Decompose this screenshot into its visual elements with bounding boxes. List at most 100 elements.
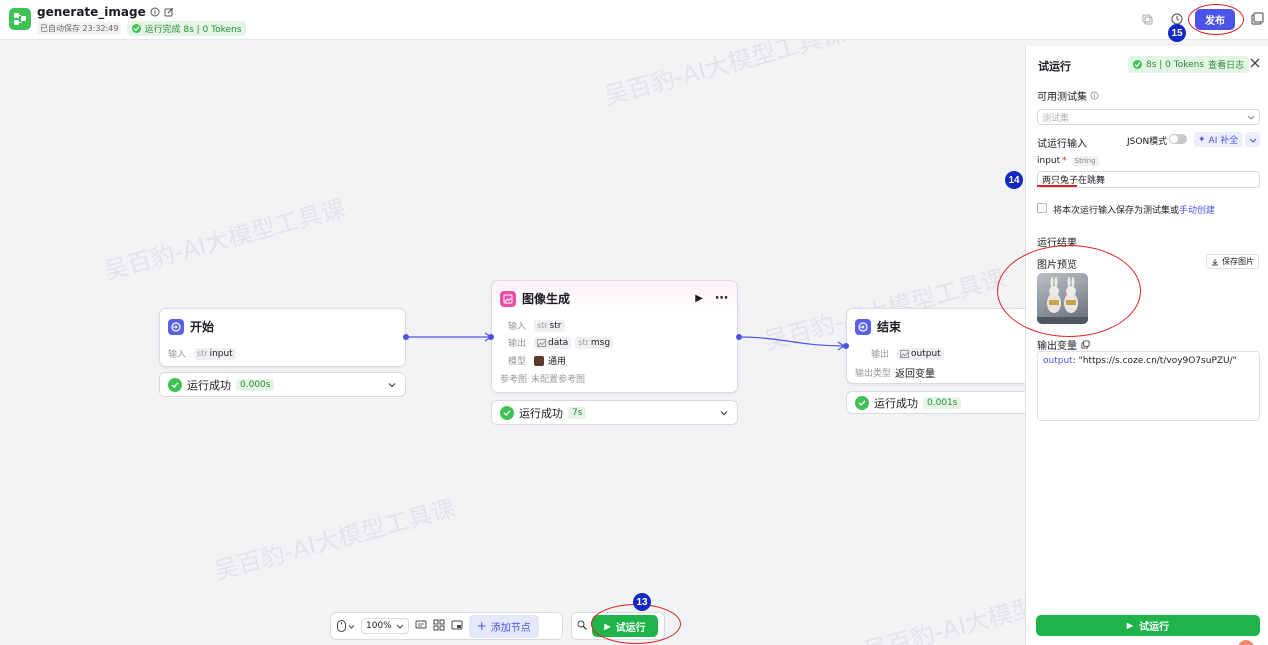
input-field-label: input * String [1037, 156, 1099, 166]
save-image-label: 保存图片 [1222, 257, 1254, 266]
end-input-port[interactable] [843, 343, 849, 349]
model-value: 通用 [548, 357, 567, 367]
preview-label: 图片预览 [1037, 260, 1077, 271]
output-value: "https://s.coze.cn/t/voy9O7suPZU/" [1078, 356, 1237, 366]
model-label: 模型 [508, 357, 527, 367]
start-node-title: 开始 [190, 320, 215, 334]
image-gen-input-port[interactable] [488, 334, 494, 340]
input-tag: str input [194, 347, 236, 360]
end-node[interactable]: 结束 输出 output 输出类型 返回变量 [846, 308, 1025, 384]
model-avatar [534, 355, 544, 366]
start-output-port[interactable] [403, 334, 409, 340]
success-icon [855, 395, 869, 410]
end-node-title: 结束 [877, 320, 902, 334]
image-gen-time-tag: 7s [568, 406, 587, 419]
minimap-icon[interactable] [451, 619, 463, 634]
save-image-button[interactable]: 保存图片 [1206, 254, 1259, 269]
end-status-bar[interactable]: 运行成功 0.001s [846, 391, 1025, 414]
output-label: 输出 [508, 339, 527, 349]
panel-title: 试运行 [1038, 60, 1071, 73]
plus-icon: + [476, 619, 487, 633]
step-badge-14: 14 [1005, 171, 1023, 189]
input-label: 输入 [508, 322, 527, 332]
step-badge-15: 15 [1168, 24, 1186, 42]
canvas-toolbar: 100% + 添加节点 [330, 612, 563, 640]
start-time-tag: 0.000s [236, 378, 275, 391]
save-test-set-text: 将本次运行输入保存为测试集或手动创建 [1053, 206, 1216, 216]
json-mode-toggle[interactable] [1169, 134, 1187, 144]
end-status-text: 运行成功 [874, 396, 918, 410]
chevron-down-icon [1249, 138, 1256, 143]
debug-icon[interactable] [576, 619, 588, 634]
output-tag-msg: str msg [575, 336, 614, 349]
comment-icon[interactable] [415, 619, 427, 634]
output-tag-data: data [534, 336, 572, 349]
play-icon: ▶ [604, 621, 611, 631]
result-label: 运行结果 [1037, 238, 1077, 249]
end-icon [855, 318, 871, 335]
run-input-label: 试运行输入 [1037, 139, 1087, 150]
annotation-underline-input [1037, 185, 1077, 187]
panel-test-run-button[interactable]: ▶ 试运行 [1036, 615, 1260, 636]
ai-fill-dropdown[interactable] [1245, 132, 1260, 147]
add-node-label: 添加节点 [490, 622, 531, 634]
ai-fill-label: AI 补全 [1208, 136, 1239, 146]
start-node[interactable]: 开始 输入 str input [159, 308, 406, 367]
start-status-text: 运行成功 [187, 378, 231, 392]
zoom-select[interactable]: 100% [361, 618, 409, 634]
chevron-down-icon [348, 624, 355, 629]
ref-label: 参考图 [500, 375, 528, 385]
output-label: 输出 [871, 350, 890, 360]
chevron-down-icon[interactable] [719, 408, 729, 418]
ref-value: 未配置参考图 [531, 375, 586, 385]
panel-run-badge-text: 8s | 0 Tokens [1146, 59, 1205, 70]
mouse-icon[interactable] [337, 620, 355, 632]
image-preview[interactable] [1037, 273, 1088, 324]
image-type-icon [900, 349, 909, 358]
play-icon[interactable]: ▶ [695, 293, 703, 304]
test-set-label: 可用测试集 [1037, 88, 1099, 103]
start-status-bar[interactable]: 运行成功 0.000s [159, 372, 406, 397]
save-test-set-checkbox[interactable] [1037, 203, 1047, 213]
panel-test-run-label: 试运行 [1139, 622, 1170, 633]
output-tag: output [897, 347, 944, 360]
run-toolbar: ▶ 试运行 [571, 612, 665, 640]
image-gen-status-bar[interactable]: 运行成功 7s [491, 400, 738, 425]
image-icon [500, 290, 516, 307]
add-node-button[interactable]: + 添加节点 [468, 614, 539, 638]
layout-icon[interactable] [433, 619, 445, 634]
output-type-value: 返回变量 [895, 369, 936, 380]
manual-create-link[interactable]: 手动创建 [1179, 206, 1215, 216]
chevron-down-icon[interactable] [387, 380, 397, 390]
step-badge-13: 13 [633, 593, 651, 611]
output-var-label: 输出变量 [1037, 337, 1090, 352]
output-key: output [1043, 356, 1073, 366]
image-gen-node[interactable]: 图像生成 ▶ ⋯ 输入 str str 输出 data str msg 模型 通用 … [491, 280, 738, 393]
start-icon [168, 318, 184, 335]
ai-fill-button[interactable]: ✦ AI 补全 [1194, 132, 1243, 147]
image-gen-output-port[interactable] [736, 334, 742, 340]
sparkle-icon: ✦ [1198, 134, 1206, 145]
test-run-label: 试运行 [615, 622, 646, 634]
json-mode-label: JSON模式 [1127, 137, 1168, 147]
chevron-down-icon [396, 624, 404, 629]
image-type-icon [537, 338, 546, 347]
output-type-label: 输出类型 [855, 369, 892, 379]
test-run-button[interactable]: ▶ 试运行 [592, 615, 658, 637]
chevron-down-icon [1247, 115, 1255, 120]
image-gen-title: 图像生成 [522, 292, 571, 306]
play-icon: ▶ [1126, 621, 1134, 630]
zoom-value: 100% [366, 621, 392, 631]
more-icon[interactable]: ⋯ [715, 291, 729, 306]
test-set-select[interactable]: 测试集 [1037, 109, 1260, 125]
input-tag: str str [534, 319, 565, 332]
output-variable-box[interactable]: output: "https://s.coze.cn/t/voy9O7suPZU… [1037, 351, 1260, 421]
input-label: 输入 [168, 350, 187, 360]
end-time-tag: 0.001s [923, 396, 962, 409]
copy-icon [1081, 340, 1090, 349]
success-icon [500, 405, 514, 420]
test-set-placeholder: 测试集 [1042, 113, 1070, 124]
view-log-link[interactable]: 查看日志 [1208, 58, 1244, 71]
close-icon[interactable] [1250, 58, 1260, 71]
check-circle-icon [1133, 60, 1142, 69]
